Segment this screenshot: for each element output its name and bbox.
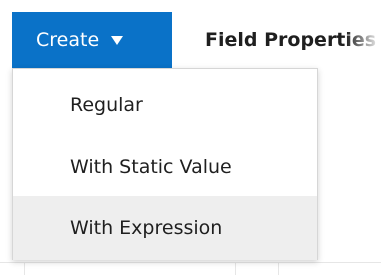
field-properties-label: Field Properties xyxy=(205,29,377,51)
create-button-label: Create xyxy=(36,29,100,51)
toolbar: Create Field Properties xyxy=(0,0,381,70)
menu-item-regular[interactable]: Regular xyxy=(13,73,317,137)
menu-item-label: With Expression xyxy=(70,217,223,239)
create-button[interactable]: Create xyxy=(12,12,172,68)
background-grid-line xyxy=(0,262,381,263)
background-grid-line xyxy=(235,262,236,275)
create-dropdown-menu: Regular With Static Value With Expressio… xyxy=(12,68,318,260)
menu-item-label: With Static Value xyxy=(70,156,232,178)
caret-down-icon xyxy=(111,35,124,45)
menu-item-with-expression[interactable]: With Expression xyxy=(13,196,317,260)
background-grid-line xyxy=(278,262,279,275)
menu-item-label: Regular xyxy=(70,94,143,116)
background-grid-line xyxy=(24,262,25,275)
tab-field-properties[interactable]: Field Properties xyxy=(205,12,381,68)
menu-item-with-static-value[interactable]: With Static Value xyxy=(13,135,317,199)
